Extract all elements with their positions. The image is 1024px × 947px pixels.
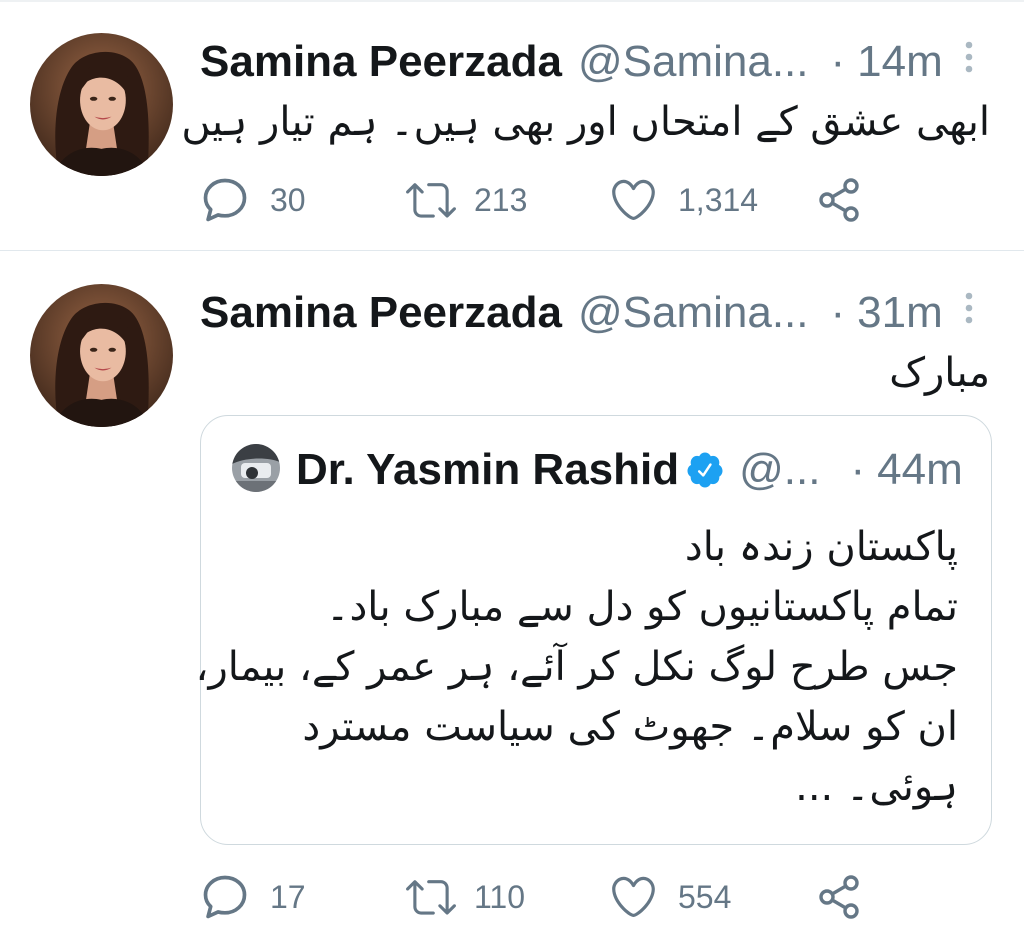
reply-icon <box>199 174 251 226</box>
retweet-count: 213 <box>474 182 528 218</box>
quoted-text-line: پاکستان زندہ باد <box>684 524 958 570</box>
meta-separator: · <box>850 445 866 494</box>
quoted-tweet-text: پاکستان زندہ باد تمام پاکستانیوں کو دل س… <box>195 517 958 817</box>
author-name[interactable]: Samina Peerzada <box>200 288 562 338</box>
quoted-tweet-header: Dr. Yasmin Rashid @... · 44m <box>296 445 963 495</box>
retweet-icon <box>406 175 456 225</box>
quoted-text-line: تمام پاکستانیوں کو دل سے مبارک باد۔ <box>326 584 958 630</box>
tweet-header: Samina Peerzada @Samina... · 14m <box>200 37 943 87</box>
meta-separator: · <box>830 37 846 86</box>
avatar[interactable] <box>30 284 173 427</box>
author-handle[interactable]: @Samina... <box>578 288 809 338</box>
retweet-button[interactable]: 110 <box>406 872 536 922</box>
author-photo <box>30 33 173 176</box>
share-icon <box>815 873 863 921</box>
tweet-text: ابھی عشق کے امتحاں اور بھی ہیں۔ ہم تیار … <box>181 99 990 145</box>
reply-icon <box>199 871 251 923</box>
action-bar: 17 110 554 <box>0 875 1024 919</box>
retweet-icon <box>406 872 456 922</box>
quoted-author-handle[interactable]: @... <box>739 445 820 495</box>
timestamp[interactable]: 31m <box>857 288 943 338</box>
quoted-text-line: جس طرح لوگ نکل کر آئے، ہر عمر کے، بیمار، <box>195 644 958 690</box>
heart-icon <box>608 871 659 922</box>
quoted-author-photo <box>232 444 280 492</box>
share-button[interactable] <box>815 176 863 224</box>
verified-badge-icon <box>685 450 725 490</box>
meta-separator: · <box>830 288 846 337</box>
tweet[interactable]: Samina Peerzada @Samina... · 14m ابھی عش… <box>0 0 1024 250</box>
quoted-author-name[interactable]: Dr. Yasmin Rashid <box>296 445 679 495</box>
reply-count: 17 <box>270 879 306 915</box>
quoted-timestamp[interactable]: 44m <box>877 445 963 495</box>
like-count: 554 <box>678 879 732 915</box>
retweet-count: 110 <box>474 879 526 915</box>
tweet-header: Samina Peerzada @Samina... · 31m <box>200 288 943 338</box>
more-vertical-icon <box>965 41 973 73</box>
tweet[interactable]: Samina Peerzada @Samina... · 31m مبارک D… <box>0 251 1024 947</box>
avatar[interactable] <box>30 33 173 176</box>
author-photo <box>30 284 173 427</box>
quoted-tweet[interactable]: Dr. Yasmin Rashid @... · 44m پاکستان زند… <box>195 415 992 845</box>
quoted-text-line: ہوئی۔ ... <box>795 764 958 810</box>
heart-icon <box>608 174 659 225</box>
retweet-button[interactable]: 213 <box>406 175 536 225</box>
reply-button[interactable]: 30 <box>199 174 319 226</box>
like-button[interactable]: 1,314 <box>608 174 768 225</box>
more-vertical-icon <box>965 292 973 324</box>
reply-count: 30 <box>270 182 306 218</box>
share-button[interactable] <box>815 873 863 921</box>
avatar[interactable] <box>232 444 280 492</box>
author-handle[interactable]: @Samina... <box>578 37 809 87</box>
more-options-button[interactable] <box>961 40 977 74</box>
more-options-button[interactable] <box>961 291 977 325</box>
tweet-text: مبارک <box>889 350 990 396</box>
action-bar: 30 213 1,314 <box>0 178 1024 222</box>
author-name[interactable]: Samina Peerzada <box>200 37 562 87</box>
share-icon <box>815 176 863 224</box>
like-count: 1,314 <box>678 182 759 218</box>
like-button[interactable]: 554 <box>608 871 768 922</box>
quoted-text-line: ان کو سلام۔ جھوٹ کی سیاست مسترد <box>302 704 958 750</box>
timestamp[interactable]: 14m <box>857 37 943 87</box>
reply-button[interactable]: 17 <box>199 871 319 923</box>
